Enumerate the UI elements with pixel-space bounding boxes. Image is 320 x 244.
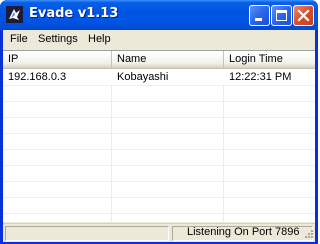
close-button[interactable] xyxy=(293,5,314,26)
main-window: Evade v1.13 File Settings Help IP Name L… xyxy=(0,0,318,244)
column-header-name[interactable]: Name xyxy=(112,51,224,68)
menu-help[interactable]: Help xyxy=(88,33,111,45)
resize-grip-icon[interactable] xyxy=(302,229,314,241)
row-divider xyxy=(3,181,315,182)
column-header-login-time[interactable]: Login Time xyxy=(224,51,315,68)
menu-bar: File Settings Help xyxy=(3,30,315,50)
window-title: Evade v1.13 xyxy=(29,6,119,21)
table-row[interactable]: 192.168.0.3 Kobayashi 12:22:31 PM xyxy=(3,69,315,85)
app-icon[interactable] xyxy=(6,6,23,23)
status-pane-left xyxy=(5,226,169,241)
list-header: IP Name Login Time xyxy=(3,51,315,69)
column-divider xyxy=(111,69,112,222)
status-text: Listening On Port 7896 xyxy=(187,226,300,238)
maximize-icon xyxy=(276,10,287,21)
cell-login-time: 12:22:31 PM xyxy=(229,71,292,83)
menu-file[interactable]: File xyxy=(10,33,28,45)
close-icon xyxy=(297,9,310,22)
menu-settings[interactable]: Settings xyxy=(38,33,78,45)
cell-ip: 192.168.0.3 xyxy=(8,71,67,83)
column-header-ip[interactable]: IP xyxy=(3,51,112,68)
maximize-button[interactable] xyxy=(271,5,292,26)
row-divider xyxy=(3,133,315,134)
minimize-button[interactable] xyxy=(249,5,270,26)
cell-name: Kobayashi xyxy=(117,71,169,83)
row-divider xyxy=(3,101,315,102)
row-divider xyxy=(3,117,315,118)
minimize-icon xyxy=(255,18,262,21)
sessions-list[interactable]: IP Name Login Time 192.168.0.3 Kobayashi… xyxy=(3,50,315,222)
row-divider xyxy=(3,213,315,214)
title-bar[interactable]: Evade v1.13 xyxy=(0,0,318,30)
row-divider xyxy=(3,165,315,166)
row-divider xyxy=(3,149,315,150)
row-divider xyxy=(3,85,315,86)
status-bar: Listening On Port 7896 xyxy=(3,223,315,242)
row-divider xyxy=(3,197,315,198)
column-divider xyxy=(223,69,224,222)
window-body: File Settings Help IP Name Login Time 19… xyxy=(3,30,315,242)
